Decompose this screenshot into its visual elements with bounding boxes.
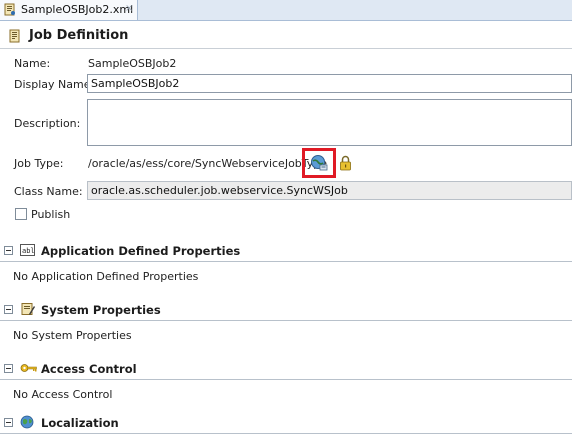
description-field[interactable] [87,99,572,146]
publish-label: Publish [31,208,71,221]
globe-icon [20,415,34,429]
job-file-icon [4,3,15,16]
tab-label: SampleOSBJob2.xml [21,3,134,16]
name-label: Name: [14,57,51,70]
class-name-field[interactable] [87,181,572,200]
collapse-system-properties-toggle[interactable] [4,305,13,314]
class-name-label: Class Name: [14,185,83,198]
system-properties-title: System Properties [41,303,161,317]
publish-checkbox[interactable] [15,208,27,220]
collapse-application-properties-toggle[interactable] [4,246,13,255]
display-name-label: Display Name: [14,78,95,91]
display-name-field[interactable] [87,74,572,93]
collapse-localization-toggle[interactable] [4,418,13,427]
job-type-value: /oracle/as/ess/core/SyncWebserviceJobTyp… [88,157,328,170]
section-divider [0,433,572,434]
close-icon[interactable]: × [125,3,133,14]
application-properties-title: Application Defined Properties [41,244,241,258]
system-properties-icon [21,303,35,315]
browse-job-type-icon[interactable] [310,154,328,172]
access-control-empty: No Access Control [13,388,113,401]
page-title: Job Definition [29,28,129,43]
abl-properties-icon: abl [20,244,35,256]
section-divider [0,320,572,321]
description-label: Description: [14,117,81,130]
tab-sampleosbjob2-xml[interactable]: SampleOSBJob2.xml × [0,0,138,20]
collapse-access-control-toggle[interactable] [4,364,13,373]
access-control-title: Access Control [41,362,137,376]
system-properties-empty: No System Properties [13,329,132,342]
application-properties-empty: No Application Defined Properties [13,270,199,283]
name-value: SampleOSBJob2 [88,57,177,70]
header-divider [0,48,572,49]
lock-icon [340,155,351,171]
section-divider [0,379,572,380]
job-definition-icon [9,29,20,43]
section-divider [0,261,572,262]
job-type-label: Job Type: [14,157,64,170]
key-icon [20,364,37,372]
svg-text:abl: abl [22,247,35,255]
localization-title: Localization [41,416,119,430]
